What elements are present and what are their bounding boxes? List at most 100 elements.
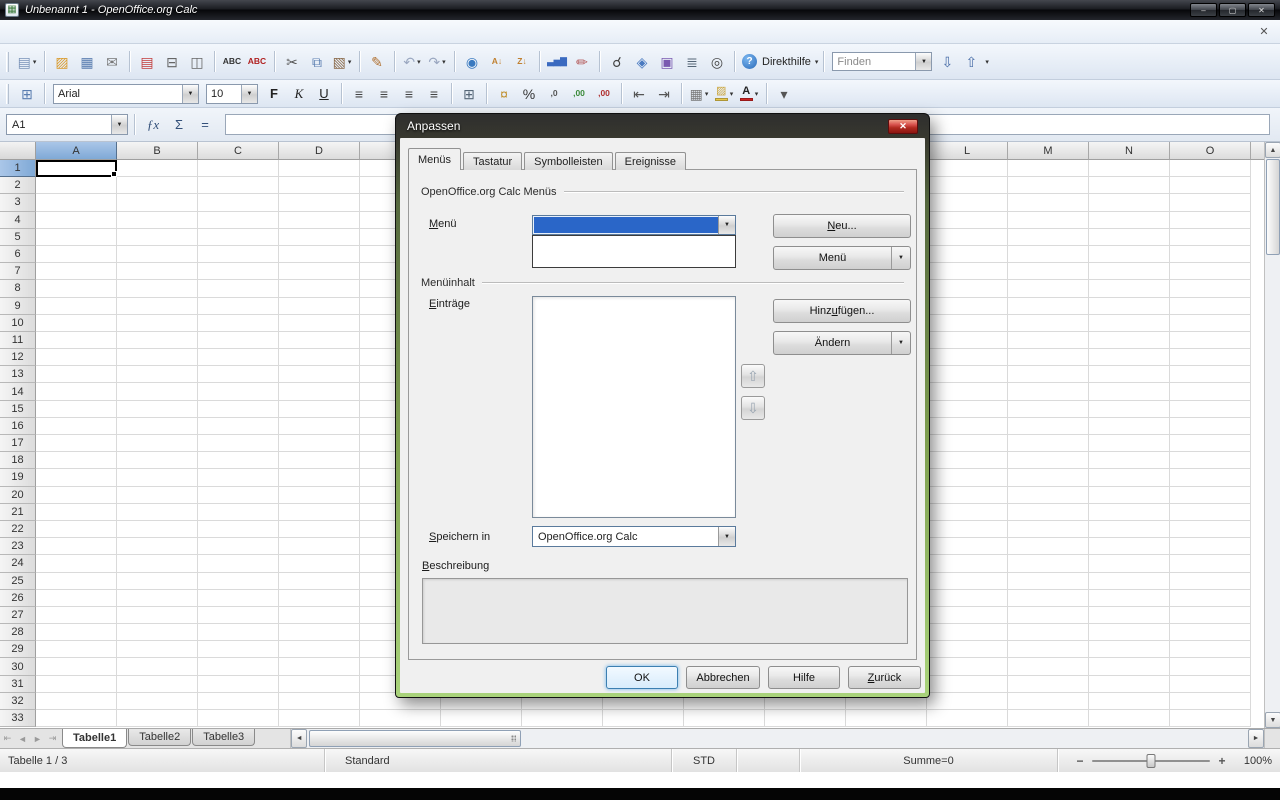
function-button[interactable]: = [193,114,217,136]
cell-D23[interactable] [279,538,360,555]
cell-C15[interactable] [198,401,279,418]
cell-O24[interactable] [1170,555,1251,572]
cell-D22[interactable] [279,521,360,538]
cell-C26[interactable] [198,590,279,607]
cell-N8[interactable] [1089,280,1170,297]
row-header-14[interactable]: 14 [0,383,36,400]
gallery-button[interactable]: ▣ [655,49,679,75]
cell-C17[interactable] [198,435,279,452]
cell-D29[interactable] [279,641,360,658]
cell-D9[interactable] [279,298,360,315]
cell-M3[interactable] [1008,194,1089,211]
horizontal-scrollbar[interactable]: ◄ ► [290,729,1264,748]
navigator-button[interactable]: ◈ [630,49,654,75]
cell-N19[interactable] [1089,469,1170,486]
cell-D19[interactable] [279,469,360,486]
add-decimal-place-button[interactable]: ,00 [567,83,591,105]
scroll-down-button[interactable]: ▼ [1265,712,1280,728]
cell-A4[interactable] [36,212,117,229]
cell-L30[interactable] [927,658,1008,675]
cell-C29[interactable] [198,641,279,658]
font-color-dropdown-icon[interactable]: ▾ [755,90,759,98]
cell-A15[interactable] [36,401,117,418]
cell-D28[interactable] [279,624,360,641]
cell-C10[interactable] [198,315,279,332]
find-combo[interactable]: ▼ [832,52,932,71]
find-replace-button[interactable]: ☌ [605,49,629,75]
number-format-percent-button[interactable]: % [517,83,541,105]
cell-L6[interactable] [927,246,1008,263]
cell-A3[interactable] [36,194,117,211]
cell-A20[interactable] [36,487,117,504]
cell-O6[interactable] [1170,246,1251,263]
cell-M29[interactable] [1008,641,1089,658]
help-dropdown-icon[interactable]: ▾ [815,58,819,66]
row-header-32[interactable]: 32 [0,693,36,710]
cell-M8[interactable] [1008,280,1089,297]
menu-dropdown-list[interactable] [532,235,736,268]
row-header-18[interactable]: 18 [0,452,36,469]
cell-O15[interactable] [1170,401,1251,418]
cell-A9[interactable] [36,298,117,315]
statusbar-sum-field[interactable]: Summe=0 [800,749,1058,772]
cell-L15[interactable] [927,401,1008,418]
cell-O5[interactable] [1170,229,1251,246]
cell-L9[interactable] [927,298,1008,315]
row-header-27[interactable]: 27 [0,607,36,624]
cell-O7[interactable] [1170,263,1251,280]
next-sheet-button[interactable]: ► [30,729,45,748]
cell-N7[interactable] [1089,263,1170,280]
cell-C21[interactable] [198,504,279,521]
cell-O21[interactable] [1170,504,1251,521]
cell-O20[interactable] [1170,487,1251,504]
cell-A26[interactable] [36,590,117,607]
row-header-28[interactable]: 28 [0,624,36,641]
cell-L20[interactable] [927,487,1008,504]
cell-A18[interactable] [36,452,117,469]
cell-M9[interactable] [1008,298,1089,315]
cell-D5[interactable] [279,229,360,246]
background-color-button[interactable]: ▨▾ [712,83,736,105]
cell-D18[interactable] [279,452,360,469]
cell-L5[interactable] [927,229,1008,246]
cell-A19[interactable] [36,469,117,486]
cell-N6[interactable] [1089,246,1170,263]
cell-L25[interactable] [927,573,1008,590]
cell-C27[interactable] [198,607,279,624]
cell-N1[interactable] [1089,160,1170,177]
function-wizard-button[interactable]: ƒx [141,114,165,136]
cell-L14[interactable] [927,383,1008,400]
cell-C23[interactable] [198,538,279,555]
cell-M19[interactable] [1008,469,1089,486]
add-commands-button[interactable]: Hinzufügen... [773,299,911,323]
cell-M2[interactable] [1008,177,1089,194]
row-header-9[interactable]: 9 [0,298,36,315]
cell-B29[interactable] [117,641,198,658]
cell-A27[interactable] [36,607,117,624]
maximize-button[interactable]: ▢ [1219,3,1246,17]
column-header-d[interactable]: D [279,142,360,160]
row-header-6[interactable]: 6 [0,246,36,263]
zoom-in-button[interactable]: + [1217,754,1227,768]
cell-B32[interactable] [117,693,198,710]
cell-B15[interactable] [117,401,198,418]
cell-B11[interactable] [117,332,198,349]
cell-A10[interactable] [36,315,117,332]
font-name-dropdown-icon[interactable]: ▼ [182,85,198,103]
cell-A6[interactable] [36,246,117,263]
cell-O31[interactable] [1170,676,1251,693]
cell-A16[interactable] [36,418,117,435]
cell-C6[interactable] [198,246,279,263]
background-color-dropdown-icon[interactable]: ▾ [730,90,734,98]
table-design-button[interactable]: ⊞ [15,83,39,105]
back-button[interactable]: Zurück [848,666,921,689]
toolbar-grip[interactable] [6,52,9,72]
cell-O12[interactable] [1170,349,1251,366]
cell-C12[interactable] [198,349,279,366]
cell-A13[interactable] [36,366,117,383]
cell-L31[interactable] [927,676,1008,693]
cell-L19[interactable] [927,469,1008,486]
cell-C16[interactable] [198,418,279,435]
cell-N15[interactable] [1089,401,1170,418]
modify-button[interactable]: Ändern ▼ [773,331,911,355]
